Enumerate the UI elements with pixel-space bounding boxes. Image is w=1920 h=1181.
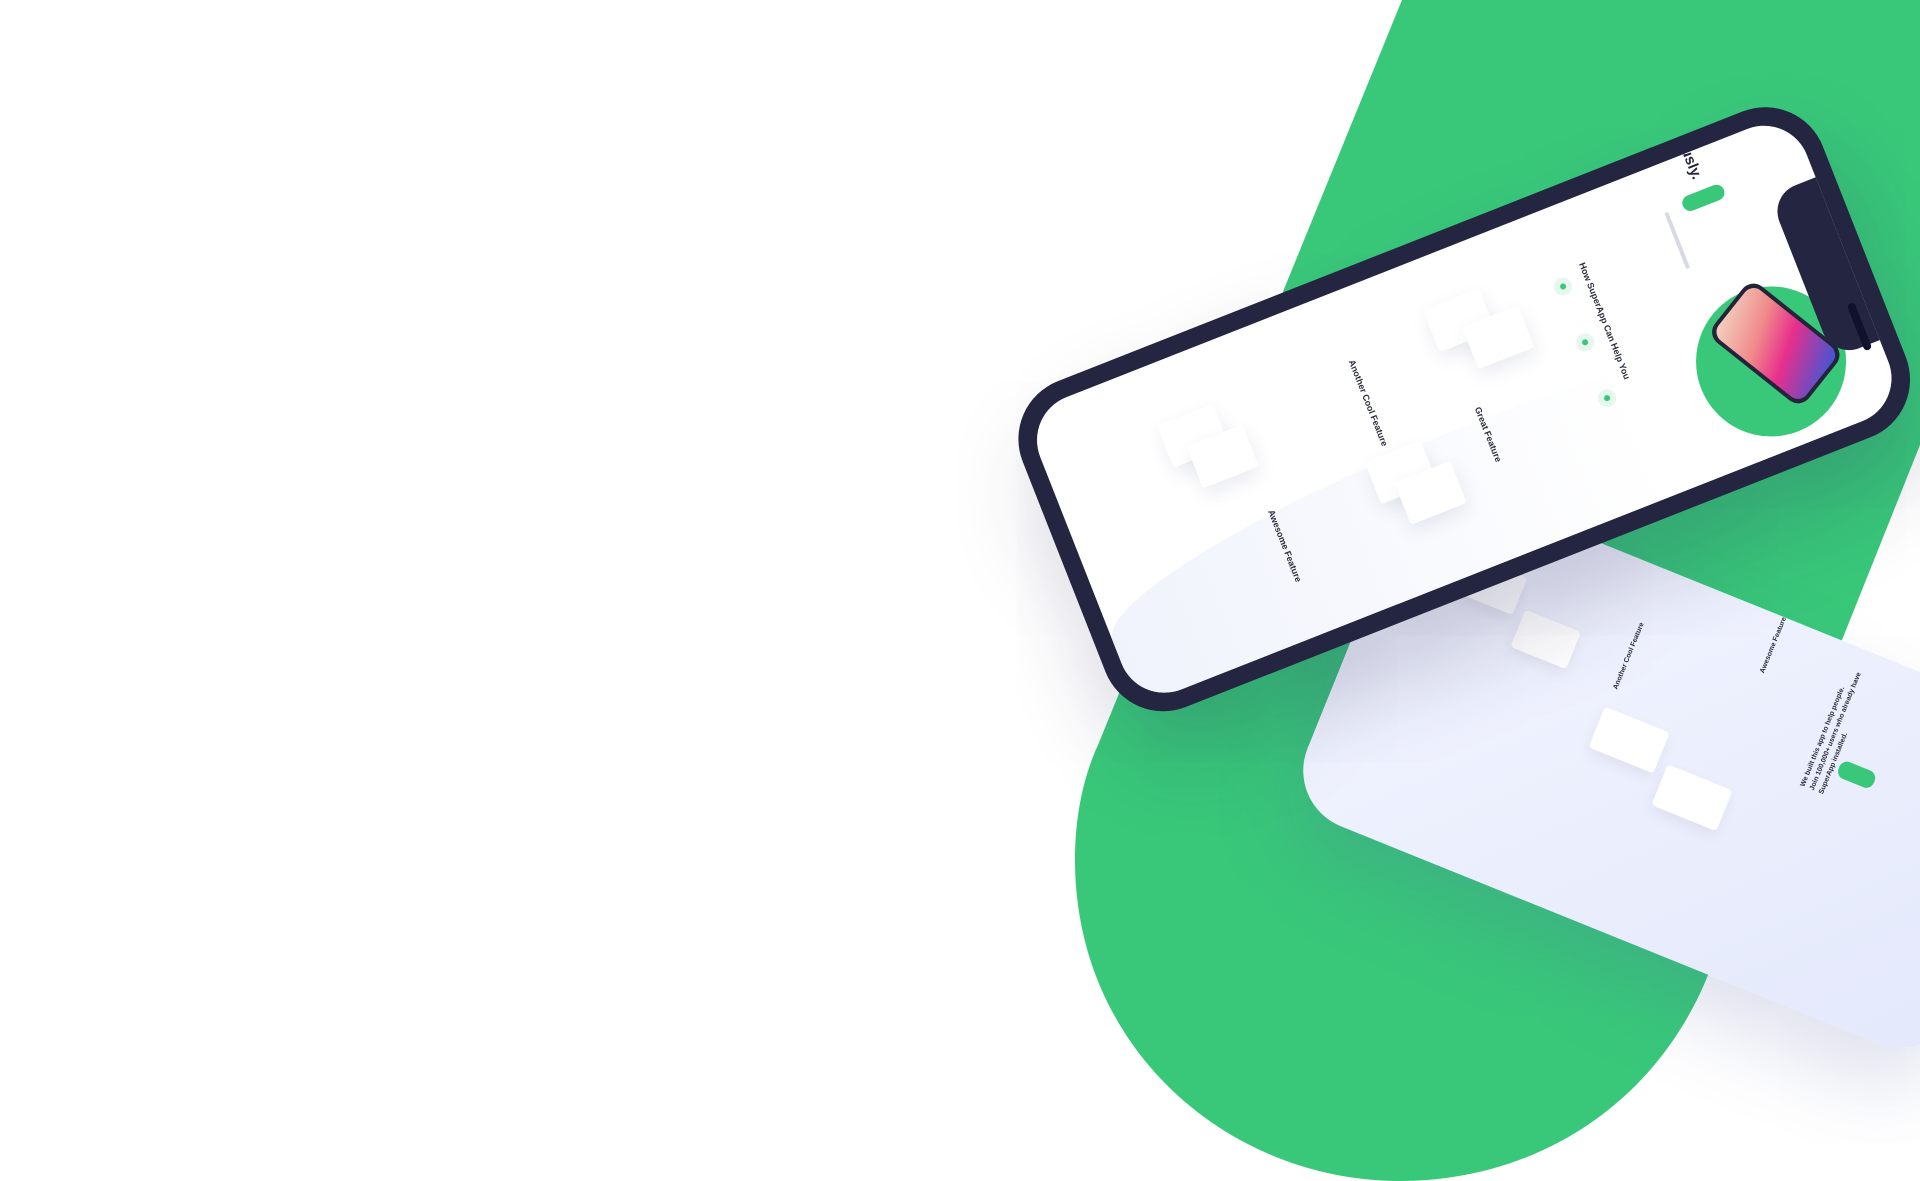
feature-icon-2 [1573,330,1597,354]
section-heading-help: How SuperApp Can Help You [1577,261,1633,381]
feature-icon-1 [1551,274,1575,299]
speaker-icon [1846,301,1873,352]
hero-illustration: Another Cool Feature Awesome Feature We … [0,0,1920,1181]
section-heading-another: Another Cool Feature [1346,358,1390,448]
phone2-card [1510,609,1581,670]
phone2-heading-awesome: Awesome Feature [1759,616,1789,675]
phone2-card [1651,764,1733,832]
phone2-cta-button [1835,759,1878,791]
phone2-heading-another: Another Cool Feature [1612,621,1646,691]
phone2-card [1588,706,1670,774]
hero-text-line [1664,211,1691,270]
hero-cta-button [1679,182,1727,214]
